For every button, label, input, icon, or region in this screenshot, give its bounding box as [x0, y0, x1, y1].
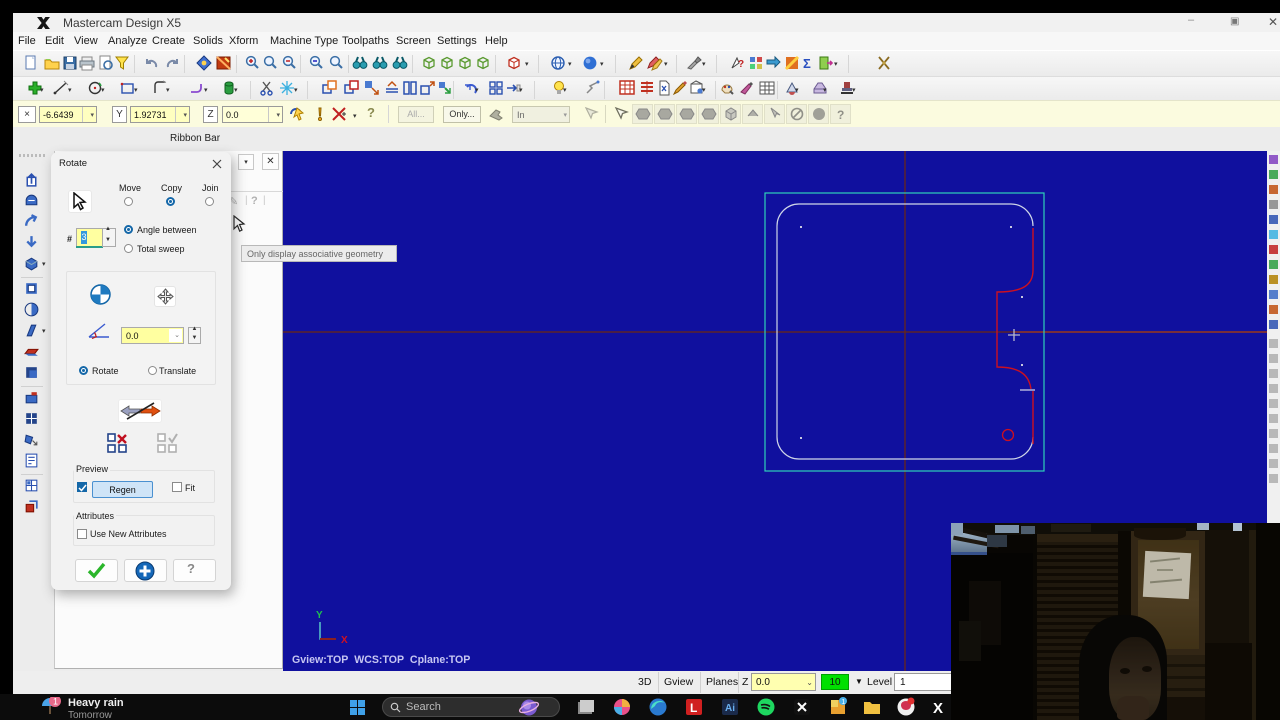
svg-text:Σ: Σ [803, 56, 811, 71]
svg-text:L: L [690, 701, 697, 715]
svg-text:Gview:TOP WCS:TOP Cplane:TOP: Gview:TOP WCS:TOP Cplane:TOP [292, 654, 470, 666]
svg-text:1: 1 [53, 697, 58, 707]
svg-text:Y: Y [316, 610, 323, 621]
svg-text:X: X [341, 635, 348, 646]
svg-text:?: ? [837, 108, 844, 122]
svg-text:Ai: Ai [725, 703, 735, 714]
svg-text:1: 1 [841, 699, 845, 706]
svg-text:?: ? [738, 59, 744, 70]
svg-text:X: X [933, 700, 943, 717]
